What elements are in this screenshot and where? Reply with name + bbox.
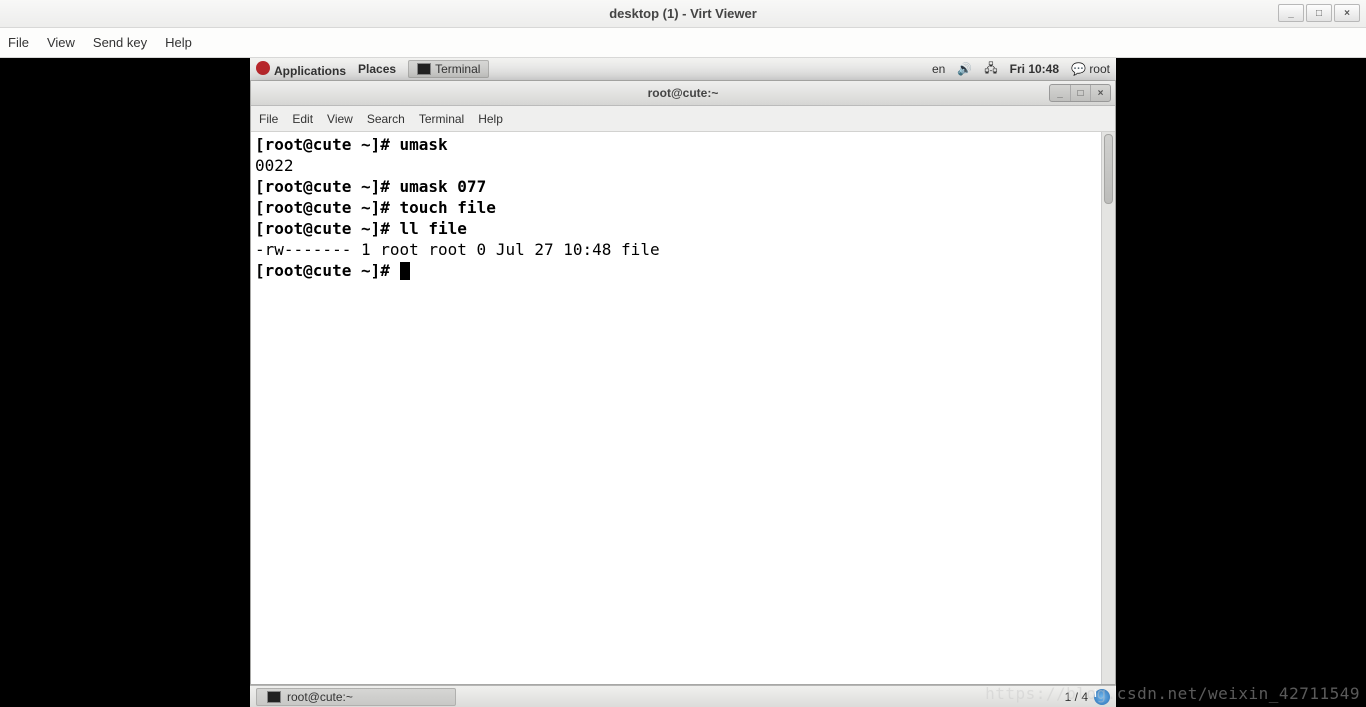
- applications-menu[interactable]: Applications: [256, 61, 346, 78]
- terminal-icon: [417, 63, 431, 75]
- places-menu[interactable]: Places: [358, 62, 396, 76]
- volume-icon[interactable]: 🔊: [957, 62, 972, 76]
- prompt: [root@cute ~]#: [255, 177, 400, 196]
- terminal-window: root@cute:~ _ □ × File Edit View Search …: [250, 81, 1116, 685]
- term-menu-edit[interactable]: Edit: [292, 112, 313, 126]
- command: touch file: [400, 198, 496, 217]
- virtviewer-menubar: File View Send key Help: [0, 28, 1366, 58]
- taskbar-entry-label: root@cute:~: [287, 690, 353, 704]
- command: ll file: [400, 219, 467, 238]
- close-button[interactable]: ×: [1334, 4, 1360, 22]
- terminal-prompt-line: [root@cute ~]#: [255, 260, 1111, 281]
- terminal-close-button[interactable]: ×: [1090, 85, 1110, 101]
- terminal-icon: [267, 691, 281, 703]
- minimize-button[interactable]: _: [1278, 4, 1304, 22]
- term-menu-file[interactable]: File: [259, 112, 278, 126]
- terminal-prompt-line: [root@cute ~]# touch file: [255, 197, 1111, 218]
- gnome-top-panel: Applications Places Terminal en 🔊 🖧 Fri …: [250, 58, 1116, 81]
- terminal-prompt-line: [root@cute ~]# ll file: [255, 218, 1111, 239]
- terminal-scrollbar[interactable]: [1101, 132, 1115, 684]
- network-icon[interactable]: 🖧: [984, 59, 997, 80]
- taskbar-entry[interactable]: root@cute:~: [256, 688, 456, 706]
- terminal-body[interactable]: [root@cute ~]# umask0022[root@cute ~]# u…: [251, 132, 1115, 684]
- command: umask 077: [400, 177, 487, 196]
- prompt: [root@cute ~]#: [255, 198, 400, 217]
- scrollbar-thumb[interactable]: [1104, 134, 1113, 204]
- menu-sendkey[interactable]: Send key: [93, 35, 147, 50]
- menu-view[interactable]: View: [47, 35, 75, 50]
- terminal-output-line: -rw------- 1 root root 0 Jul 27 10:48 fi…: [255, 239, 1111, 260]
- term-menu-terminal[interactable]: Terminal: [419, 112, 464, 126]
- menu-help[interactable]: Help: [165, 35, 192, 50]
- user-menu[interactable]: 💬 root: [1071, 62, 1110, 76]
- terminal-window-controls: _ □ ×: [1049, 84, 1111, 102]
- maximize-button[interactable]: □: [1306, 4, 1332, 22]
- term-menu-search[interactable]: Search: [367, 112, 405, 126]
- virtviewer-window-controls: _ □ ×: [1276, 4, 1360, 22]
- clock[interactable]: Fri 10:48: [1010, 62, 1059, 76]
- watermark: https://blog.csdn.net/weixin_42711549: [985, 684, 1360, 703]
- guest-desktop: Applications Places Terminal en 🔊 🖧 Fri …: [250, 58, 1116, 707]
- vm-stage: Applications Places Terminal en 🔊 🖧 Fri …: [0, 58, 1366, 707]
- terminal-title: root@cute:~: [648, 86, 719, 100]
- redhat-icon: [256, 61, 270, 75]
- taskbar-terminal[interactable]: Terminal: [408, 60, 489, 78]
- cursor: [400, 262, 410, 280]
- term-menu-help[interactable]: Help: [478, 112, 503, 126]
- terminal-prompt-line: [root@cute ~]# umask: [255, 134, 1111, 155]
- virtviewer-titlebar: desktop (1) - Virt Viewer _ □ ×: [0, 0, 1366, 28]
- terminal-menubar: File Edit View Search Terminal Help: [251, 106, 1115, 132]
- prompt: [root@cute ~]#: [255, 261, 400, 280]
- speech-icon: 💬: [1071, 62, 1086, 76]
- terminal-prompt-line: [root@cute ~]# umask 077: [255, 176, 1111, 197]
- prompt: [root@cute ~]#: [255, 219, 400, 238]
- prompt: [root@cute ~]#: [255, 135, 400, 154]
- command: umask: [400, 135, 448, 154]
- virtviewer-title: desktop (1) - Virt Viewer: [609, 6, 757, 21]
- taskbar-terminal-label: Terminal: [435, 62, 480, 76]
- terminal-output-line: 0022: [255, 155, 1111, 176]
- terminal-titlebar[interactable]: root@cute:~ _ □ ×: [251, 81, 1115, 106]
- menu-file[interactable]: File: [8, 35, 29, 50]
- term-menu-view[interactable]: View: [327, 112, 353, 126]
- keyboard-indicator[interactable]: en: [932, 62, 945, 76]
- terminal-minimize-button[interactable]: _: [1050, 85, 1070, 101]
- terminal-maximize-button[interactable]: □: [1070, 85, 1090, 101]
